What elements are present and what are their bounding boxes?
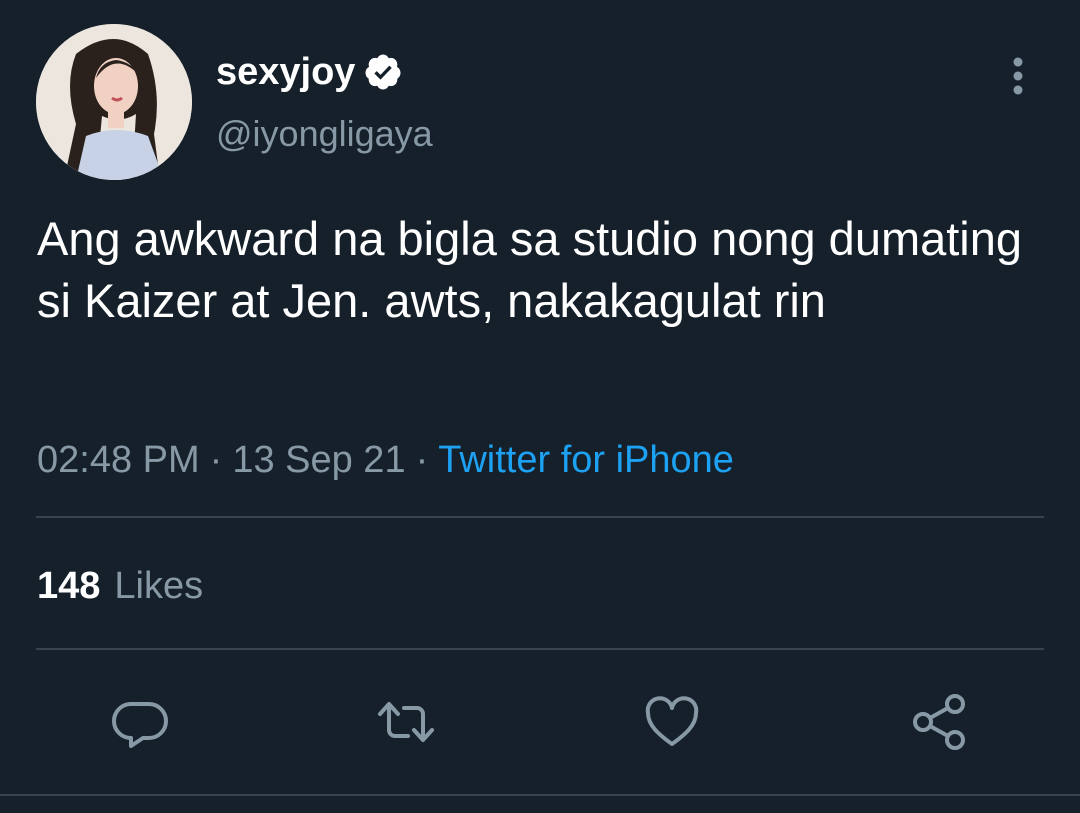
more-vertical-icon[interactable] [998, 52, 1038, 100]
like-button[interactable] [640, 690, 704, 754]
retweet-icon [378, 702, 434, 742]
avatar[interactable] [36, 24, 192, 180]
meta-separator: · [209, 439, 223, 481]
reply-icon [112, 702, 168, 748]
divider [36, 516, 1044, 518]
author-handle[interactable]: @iyongligaya [216, 108, 433, 160]
retweet-button[interactable] [374, 690, 438, 754]
reply-button[interactable] [109, 690, 173, 754]
display-name: sexyjoy [216, 51, 356, 93]
verified-badge-icon [363, 52, 403, 92]
bottom-divider [0, 794, 1080, 796]
divider [36, 648, 1044, 650]
likes-label: Likes [114, 565, 204, 607]
likes-count: 148 [37, 565, 101, 607]
heart-icon [645, 696, 699, 746]
tweet-text: Ang awkward na bigla sa studio nong duma… [37, 212, 1023, 327]
share-icon [913, 694, 965, 750]
tweet-time: 02:48 PM [37, 439, 200, 481]
meta-separator: · [415, 439, 429, 481]
likes-stat[interactable]: 148 Likes [37, 560, 203, 612]
tweet-date: 13 Sep 21 [232, 439, 406, 481]
tweet-source-link[interactable]: Twitter for iPhone [438, 439, 734, 481]
tweet-meta: 02:48 PM · 13 Sep 21 · Twitter for iPhone [37, 434, 734, 486]
avatar-image [36, 24, 192, 180]
author-name-row[interactable]: sexyjoy [216, 46, 403, 98]
share-button[interactable] [907, 690, 971, 754]
